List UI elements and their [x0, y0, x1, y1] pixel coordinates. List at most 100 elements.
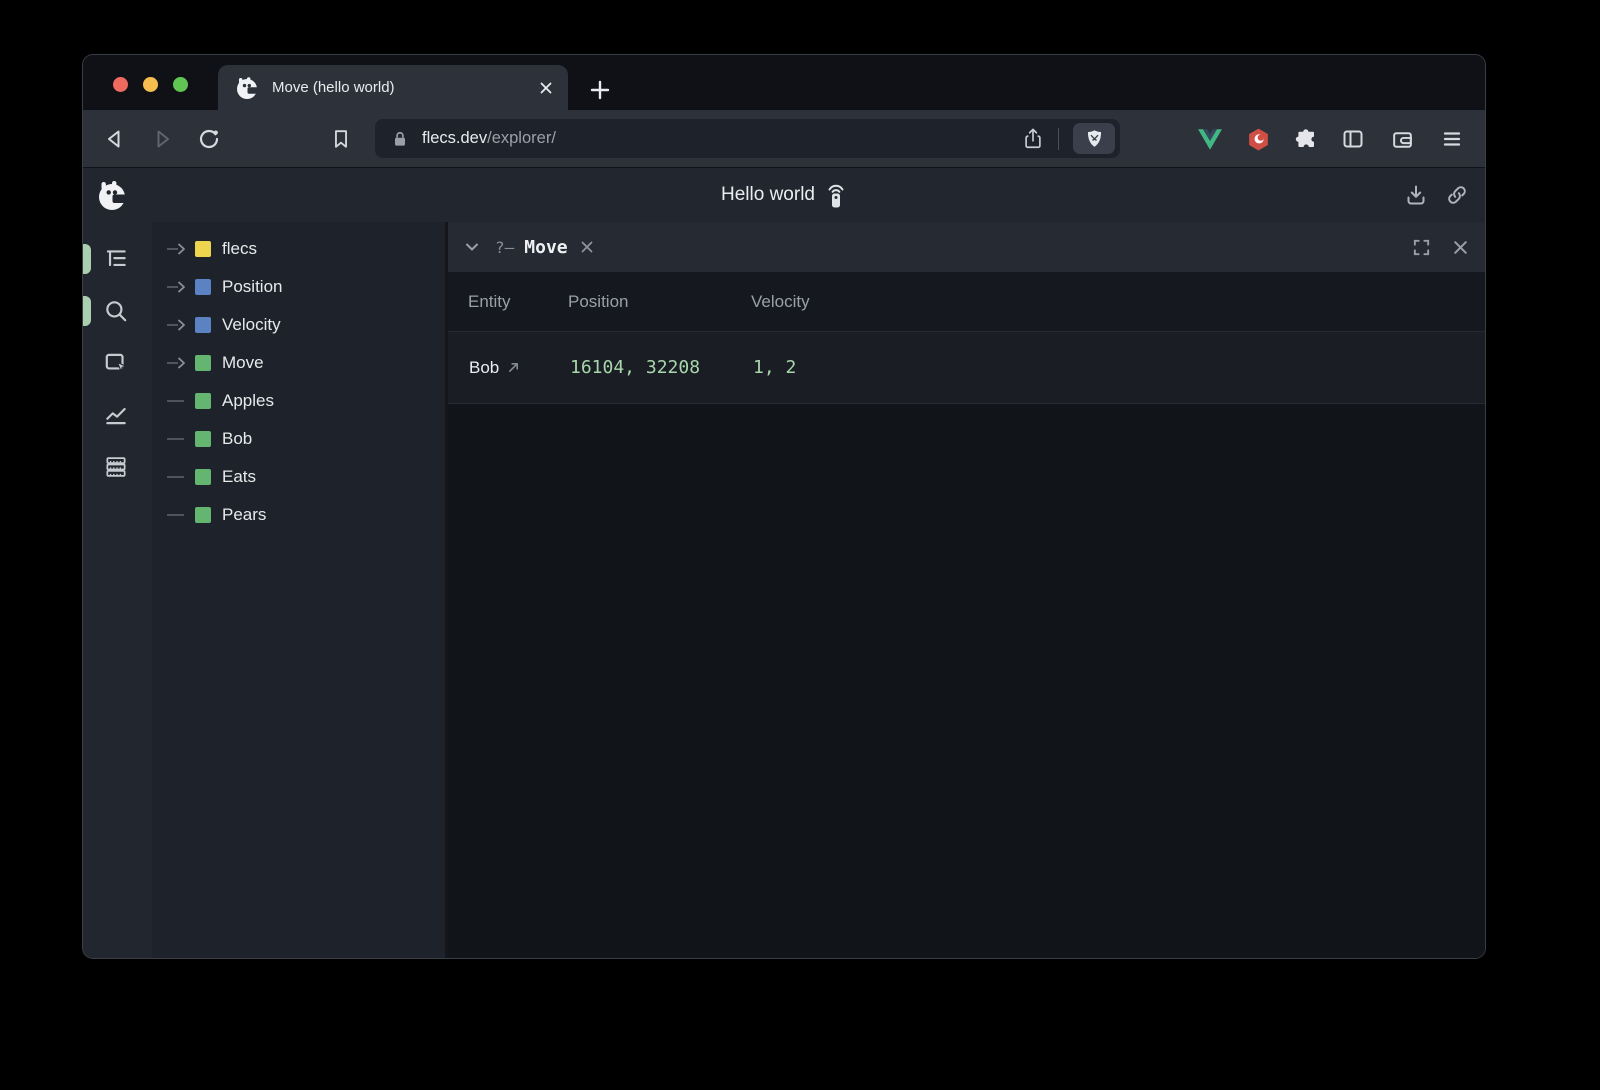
panel-close-icon[interactable] [1451, 238, 1470, 257]
tree-item-label: Velocity [222, 315, 281, 335]
flecs-logo[interactable] [95, 178, 130, 213]
empty-results-area [448, 404, 1485, 958]
rows-icon[interactable] [103, 454, 129, 480]
share-icon[interactable] [1022, 127, 1044, 151]
active-panel-indicator [83, 296, 91, 326]
tree-connector [161, 432, 195, 446]
column-header-position[interactable]: Position [568, 272, 628, 331]
query-prefix: ?– [495, 238, 514, 257]
back-button[interactable] [102, 126, 128, 152]
download-icon[interactable] [1404, 183, 1428, 207]
column-header-entity[interactable]: Entity [468, 272, 511, 331]
tree-item-label: Eats [222, 467, 256, 487]
entity-color-square [195, 279, 211, 295]
new-tab-button[interactable] [586, 76, 614, 104]
tree-item[interactable]: Bob [152, 420, 445, 458]
tree-item-label: Bob [222, 429, 252, 449]
hexagon-extension-icon[interactable] [1244, 125, 1272, 153]
tab-strip: Move (hello world) [83, 55, 1485, 110]
query-clear-icon[interactable] [578, 238, 596, 256]
position-value: 16104, 32208 [570, 332, 700, 403]
wallet-icon[interactable] [1388, 125, 1416, 153]
tree-item[interactable]: Velocity [152, 306, 445, 344]
expand-arrow-icon[interactable] [161, 242, 195, 256]
tree-connector [161, 394, 195, 408]
brave-shield-button[interactable] [1073, 123, 1115, 154]
tree-item[interactable]: Position [152, 268, 445, 306]
tree-item-label: Apples [222, 391, 274, 411]
close-window-button[interactable] [113, 77, 128, 92]
tree-view-icon[interactable] [103, 246, 129, 272]
flecs-favicon [234, 75, 260, 101]
leaf-dash-icon [161, 508, 195, 522]
fullscreen-icon[interactable] [1412, 238, 1431, 257]
entity-cell[interactable]: Bob [469, 332, 520, 403]
reload-button[interactable] [196, 126, 222, 152]
vue-devtools-icon[interactable] [1196, 125, 1224, 153]
expand-arrow-icon[interactable] [161, 280, 195, 294]
forward-button[interactable] [149, 126, 175, 152]
url-bar[interactable]: flecs.dev/explorer/ [375, 119, 1120, 158]
app-header: Hello world [83, 167, 1485, 222]
leaf-dash-icon [161, 470, 195, 484]
entity-name: Bob [469, 358, 499, 378]
tree-item[interactable]: Apples [152, 382, 445, 420]
entity-color-square [195, 393, 211, 409]
table-row[interactable]: Bob 16104, 32208 1, 2 [448, 331, 1485, 404]
browser-window: Move (hello world) flecs.dev/explorer/ [83, 55, 1485, 958]
query-panel-header: ?– Move [448, 222, 1485, 272]
open-entity-arrow-icon[interactable] [507, 361, 520, 374]
tree-item[interactable]: Move [152, 344, 445, 382]
browser-menu-icon[interactable] [1438, 125, 1466, 153]
traffic-lights [113, 77, 188, 92]
inspector-icon[interactable] [103, 350, 129, 376]
tree-item-label: flecs [222, 239, 257, 259]
query-panel: ?– Move Entity Position Velocity [445, 222, 1485, 958]
sidebar-rail [83, 222, 152, 958]
entity-color-square [195, 241, 211, 257]
zoom-window-button[interactable] [173, 77, 188, 92]
search-icon[interactable] [103, 298, 129, 324]
tab-title: Move (hello world) [272, 79, 538, 96]
browser-tab[interactable]: Move (hello world) [218, 65, 568, 110]
minimize-window-button[interactable] [143, 77, 158, 92]
tree-connector [161, 318, 195, 332]
remote-connection-icon[interactable] [825, 181, 847, 209]
tree-item[interactable]: Eats [152, 458, 445, 496]
url-bar-separator [1058, 128, 1059, 150]
url-text: flecs.dev/explorer/ [422, 129, 556, 148]
expand-arrow-icon[interactable] [161, 356, 195, 370]
tree-connector [161, 242, 195, 256]
leaf-dash-icon [161, 394, 195, 408]
extensions-puzzle-icon[interactable] [1292, 125, 1320, 153]
column-header-velocity[interactable]: Velocity [751, 272, 810, 331]
link-icon[interactable] [1445, 183, 1469, 207]
tree-item-label: Pears [222, 505, 266, 525]
app-title-group: Hello world [721, 181, 847, 209]
query-title: Move [524, 237, 567, 258]
entity-color-square [195, 355, 211, 371]
entity-tree-panel: flecs Position Velocity [152, 222, 445, 958]
entity-color-square [195, 469, 211, 485]
active-panel-indicator [83, 244, 91, 274]
sidebar-toggle-icon[interactable] [1339, 125, 1367, 153]
tree-item-label: Position [222, 277, 282, 297]
tree-connector [161, 356, 195, 370]
entity-color-square [195, 317, 211, 333]
entity-color-square [195, 507, 211, 523]
tree-connector [161, 508, 195, 522]
browser-toolbar: flecs.dev/explorer/ [83, 110, 1485, 167]
velocity-value: 1, 2 [753, 332, 796, 403]
content-area: flecs Position Velocity [83, 222, 1485, 958]
tree-item[interactable]: flecs [152, 230, 445, 268]
tab-close-icon[interactable] [538, 80, 554, 96]
bookmark-icon[interactable] [328, 126, 354, 152]
tree-item[interactable]: Pears [152, 496, 445, 534]
chevron-down-icon[interactable] [463, 238, 481, 256]
tree-item-label: Move [222, 353, 264, 373]
app-title: Hello world [721, 184, 815, 206]
stats-chart-icon[interactable] [103, 402, 129, 428]
entity-color-square [195, 431, 211, 447]
expand-arrow-icon[interactable] [161, 318, 195, 332]
lock-icon [390, 129, 410, 149]
